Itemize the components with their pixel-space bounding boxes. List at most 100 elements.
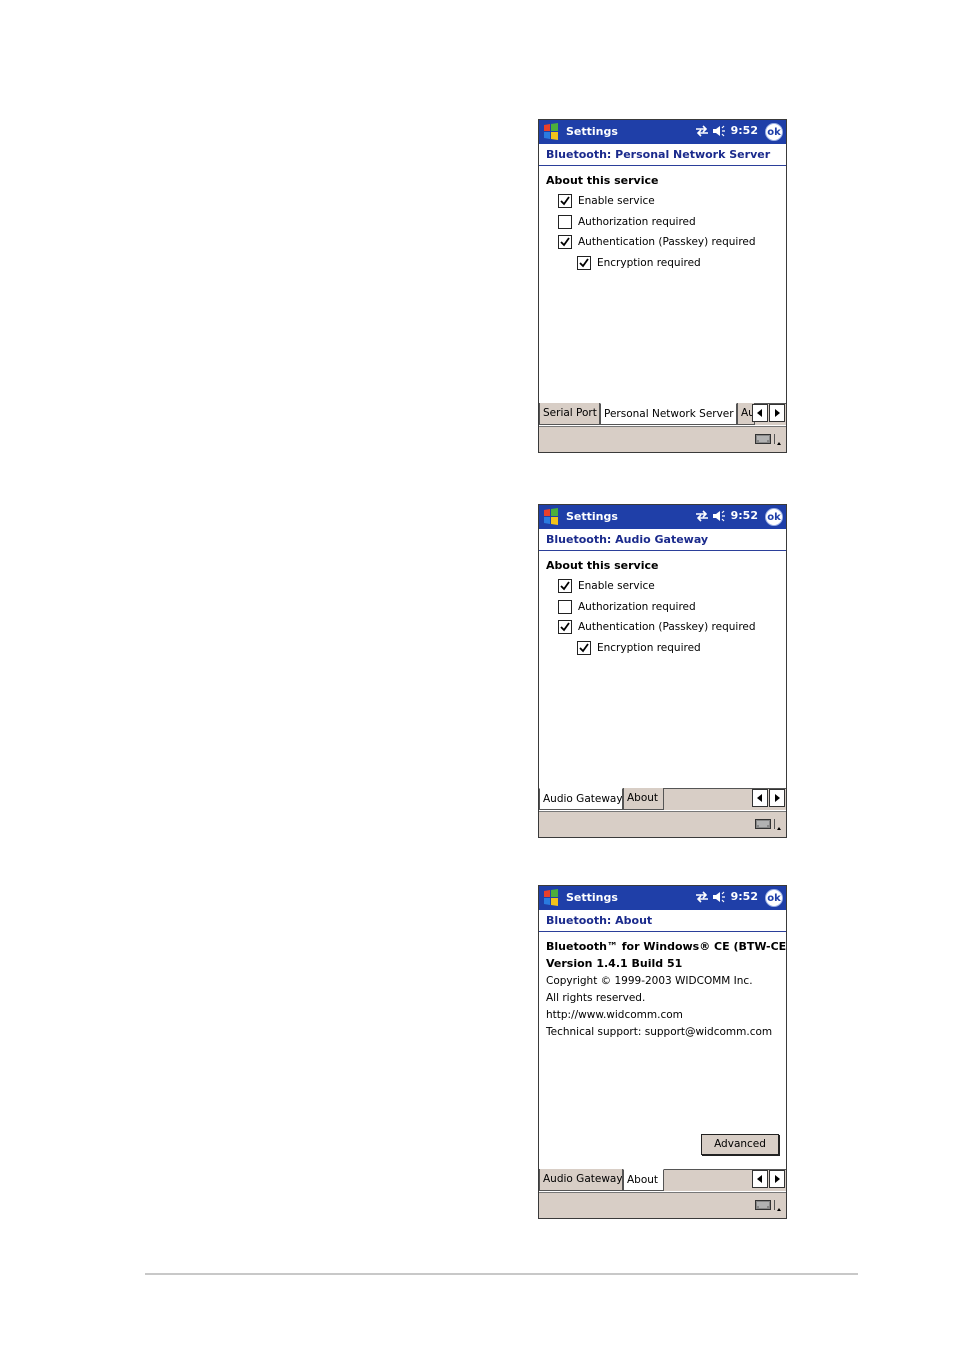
- app-title: Settings: [566, 125, 618, 138]
- section-heading: About this service: [546, 559, 659, 572]
- tab-about[interactable]: About: [623, 788, 664, 810]
- tab-bar: Audio Gateway About: [539, 1169, 786, 1191]
- arrow-left-icon: [757, 409, 762, 417]
- version-text: Version 1.4.1 Build 51: [546, 957, 683, 970]
- pocketpc-screen-about: Settings 9:52 ok Bluetooth: About Blueto…: [538, 885, 787, 1219]
- input-selector-button[interactable]: [774, 1200, 783, 1211]
- tab-audio-gateway[interactable]: Audio Gateway: [539, 1169, 623, 1191]
- chevron-up-icon: [777, 442, 781, 445]
- authorization-required-checkbox[interactable]: [558, 600, 572, 614]
- title-bar: Settings 9:52 ok: [539, 505, 786, 529]
- start-menu-icon[interactable]: [541, 888, 561, 908]
- tab-scroll-right-button[interactable]: [769, 1170, 785, 1188]
- arrow-left-icon: [757, 794, 762, 802]
- ok-button[interactable]: ok: [765, 508, 783, 526]
- status-area: 9:52: [695, 124, 758, 137]
- section-heading: About this service: [546, 174, 659, 187]
- clock[interactable]: 9:52: [731, 509, 758, 522]
- tab-scroll: [752, 1170, 786, 1190]
- tab-scroll-left-button[interactable]: [752, 789, 768, 807]
- enable-service-option[interactable]: Enable service: [558, 578, 655, 594]
- tab-bar: Serial Port Personal Network Server Au: [539, 403, 786, 425]
- connectivity-icon[interactable]: [695, 890, 709, 903]
- tab-scroll: [752, 789, 786, 809]
- enable-service-checkbox[interactable]: [558, 194, 572, 208]
- rights-text: All rights reserved.: [546, 992, 646, 1004]
- tab-about[interactable]: About: [623, 1169, 664, 1191]
- authorization-required-option[interactable]: Authorization required: [558, 214, 696, 230]
- tab-scroll-left-button[interactable]: [752, 1170, 768, 1188]
- support-text: Technical support: support@widcomm.com: [546, 1026, 773, 1038]
- volume-icon[interactable]: [712, 891, 726, 903]
- encryption-required-checkbox[interactable]: [577, 256, 591, 270]
- encryption-required-checkbox[interactable]: [577, 641, 591, 655]
- checkbox-label: Authorization required: [578, 216, 696, 228]
- chevron-up-icon: [777, 1208, 781, 1211]
- authorization-required-option[interactable]: Authorization required: [558, 599, 696, 615]
- advanced-button[interactable]: Advanced: [701, 1134, 779, 1155]
- connectivity-icon[interactable]: [695, 124, 709, 137]
- keyboard-icon[interactable]: [755, 434, 771, 444]
- pocketpc-screen-audio-gateway: Settings 9:52 ok Bluetooth: Audio Gatewa…: [538, 504, 787, 838]
- encryption-required-option[interactable]: Encryption required: [577, 640, 701, 656]
- arrow-left-icon: [757, 1175, 762, 1183]
- checkbox-label: Enable service: [578, 580, 655, 592]
- start-menu-icon[interactable]: [541, 507, 561, 527]
- product-name: Bluetooth™ for Windows® CE (BTW-CE): [546, 940, 787, 953]
- enable-service-option[interactable]: Enable service: [558, 193, 655, 209]
- status-area: 9:52: [695, 890, 758, 903]
- arrow-right-icon: [775, 409, 780, 417]
- authentication-required-option[interactable]: Authentication (Passkey) required: [558, 234, 756, 250]
- encryption-required-option[interactable]: Encryption required: [577, 255, 701, 271]
- page-header: Bluetooth: About: [539, 910, 786, 932]
- arrow-right-icon: [775, 1175, 780, 1183]
- tab-serial-port[interactable]: Serial Port: [539, 403, 600, 425]
- title-bar: Settings 9:52 ok: [539, 886, 786, 910]
- tab-scroll-right-button[interactable]: [769, 789, 785, 807]
- checkbox-label: Authorization required: [578, 601, 696, 613]
- clock[interactable]: 9:52: [731, 124, 758, 137]
- checkbox-label: Enable service: [578, 195, 655, 207]
- checkbox-label: Authentication (Passkey) required: [578, 621, 756, 633]
- app-title: Settings: [566, 510, 618, 523]
- checkbox-label: Authentication (Passkey) required: [578, 236, 756, 248]
- authentication-required-option[interactable]: Authentication (Passkey) required: [558, 619, 756, 635]
- website-link[interactable]: http://www.widcomm.com: [546, 1009, 683, 1021]
- enable-service-checkbox[interactable]: [558, 579, 572, 593]
- checkbox-label: Encryption required: [597, 257, 701, 269]
- footer-divider: [145, 1273, 858, 1275]
- ok-button[interactable]: ok: [765, 889, 783, 907]
- arrow-right-icon: [775, 794, 780, 802]
- menu-bar: [539, 1192, 786, 1218]
- connectivity-icon[interactable]: [695, 509, 709, 522]
- tab-personal-network-server[interactable]: Personal Network Server: [600, 403, 737, 425]
- pocketpc-screen-personal-network-server: Settings 9:52 ok Bluetooth: Personal Net…: [538, 119, 787, 453]
- tab-bar: Audio Gateway About: [539, 788, 786, 810]
- keyboard-icon[interactable]: [755, 819, 771, 829]
- menu-bar: [539, 811, 786, 837]
- ok-button[interactable]: ok: [765, 123, 783, 141]
- copyright-text: Copyright © 1999-2003 WIDCOMM Inc.: [546, 975, 753, 987]
- app-title: Settings: [566, 891, 618, 904]
- tab-scroll-left-button[interactable]: [752, 404, 768, 422]
- tab-audio-gateway[interactable]: Audio Gateway: [539, 788, 623, 810]
- volume-icon[interactable]: [712, 510, 726, 522]
- authorization-required-checkbox[interactable]: [558, 215, 572, 229]
- tab-scroll: [752, 404, 786, 424]
- page-header: Bluetooth: Audio Gateway: [539, 529, 786, 551]
- status-area: 9:52: [695, 509, 758, 522]
- checkbox-label: Encryption required: [597, 642, 701, 654]
- clock[interactable]: 9:52: [731, 890, 758, 903]
- chevron-up-icon: [777, 827, 781, 830]
- tab-scroll-right-button[interactable]: [769, 404, 785, 422]
- title-bar: Settings 9:52 ok: [539, 120, 786, 144]
- keyboard-icon[interactable]: [755, 1200, 771, 1210]
- menu-bar: [539, 426, 786, 452]
- authentication-required-checkbox[interactable]: [558, 235, 572, 249]
- authentication-required-checkbox[interactable]: [558, 620, 572, 634]
- page-header: Bluetooth: Personal Network Server: [539, 144, 786, 166]
- input-selector-button[interactable]: [774, 819, 783, 830]
- volume-icon[interactable]: [712, 125, 726, 137]
- input-selector-button[interactable]: [774, 434, 783, 445]
- start-menu-icon[interactable]: [541, 122, 561, 142]
